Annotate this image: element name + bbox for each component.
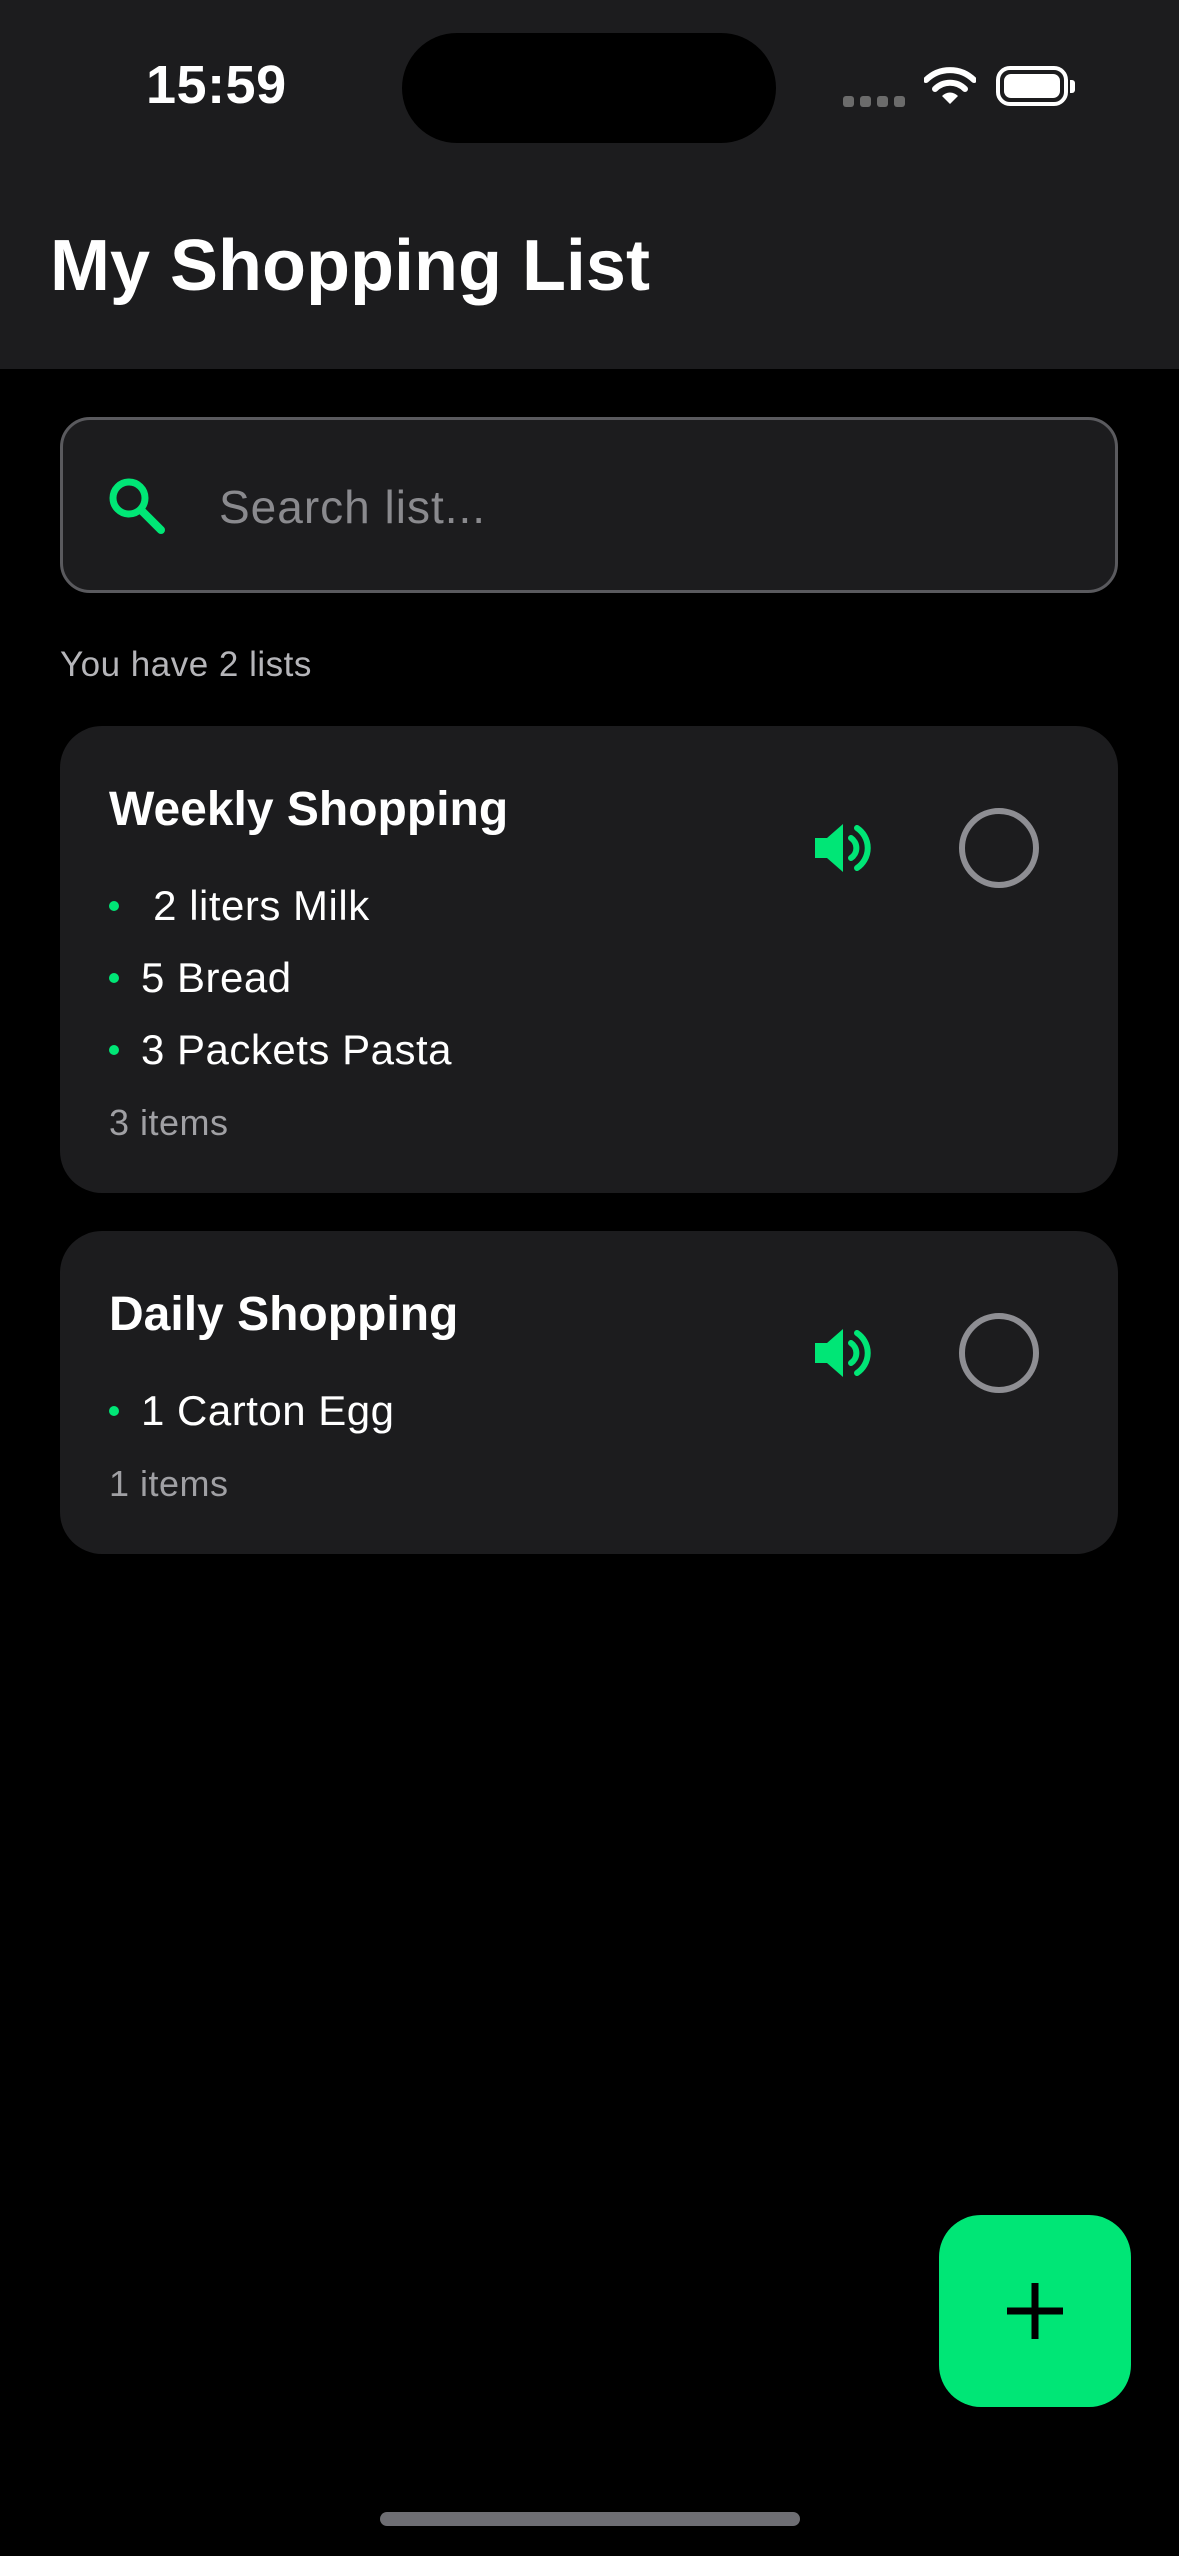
list-title: Daily Shopping [109,1288,459,1341]
list-count-label: You have 2 lists [60,645,312,684]
shopping-list-card[interactable]: Daily Shopping 1 Carton Egg 1 items [60,1231,1118,1554]
item-count: 3 items [109,1102,229,1143]
plus-icon [1007,2283,1063,2339]
bullet-icon [109,1406,119,1416]
shopping-list-card[interactable]: Weekly Shopping 2 liters Milk 5 Bread 3 … [60,726,1118,1193]
list-item: 3 Packets Pasta [109,1014,452,1086]
list-item: 5 Bread [109,942,452,1014]
item-count: 1 items [109,1463,229,1504]
completion-checkbox[interactable] [959,808,1039,888]
search-icon [105,474,167,541]
add-list-button[interactable] [939,2215,1131,2407]
speaker-icon[interactable] [811,816,875,880]
bullet-icon [109,901,119,911]
home-indicator[interactable] [380,2512,800,2526]
search-bar[interactable] [60,417,1118,593]
battery-icon [996,66,1075,106]
list-item: 2 liters Milk [109,870,452,942]
search-input[interactable] [217,464,1081,550]
list-title: Weekly Shopping [109,783,509,836]
list-item-label: 1 Carton Egg [141,1387,395,1434]
bullet-icon [109,1045,119,1055]
cellular-signal-icon [843,96,905,107]
list-items: 2 liters Milk 5 Bread 3 Packets Pasta [109,870,452,1086]
list-item-label: 5 Bread [141,954,292,1001]
dynamic-island [402,33,776,143]
list-item-label: 2 liters Milk [141,882,370,929]
list-item-label: 3 Packets Pasta [141,1026,452,1073]
wifi-icon [923,66,977,111]
list-item: 1 Carton Egg [109,1375,395,1447]
app-header: 15:59 My Shopping List [0,0,1179,369]
speaker-icon[interactable] [811,1321,875,1385]
completion-checkbox[interactable] [959,1313,1039,1393]
status-time: 15:59 [146,55,287,115]
list-items: 1 Carton Egg [109,1375,395,1447]
bullet-icon [109,973,119,983]
page-title: My Shopping List [50,226,650,306]
